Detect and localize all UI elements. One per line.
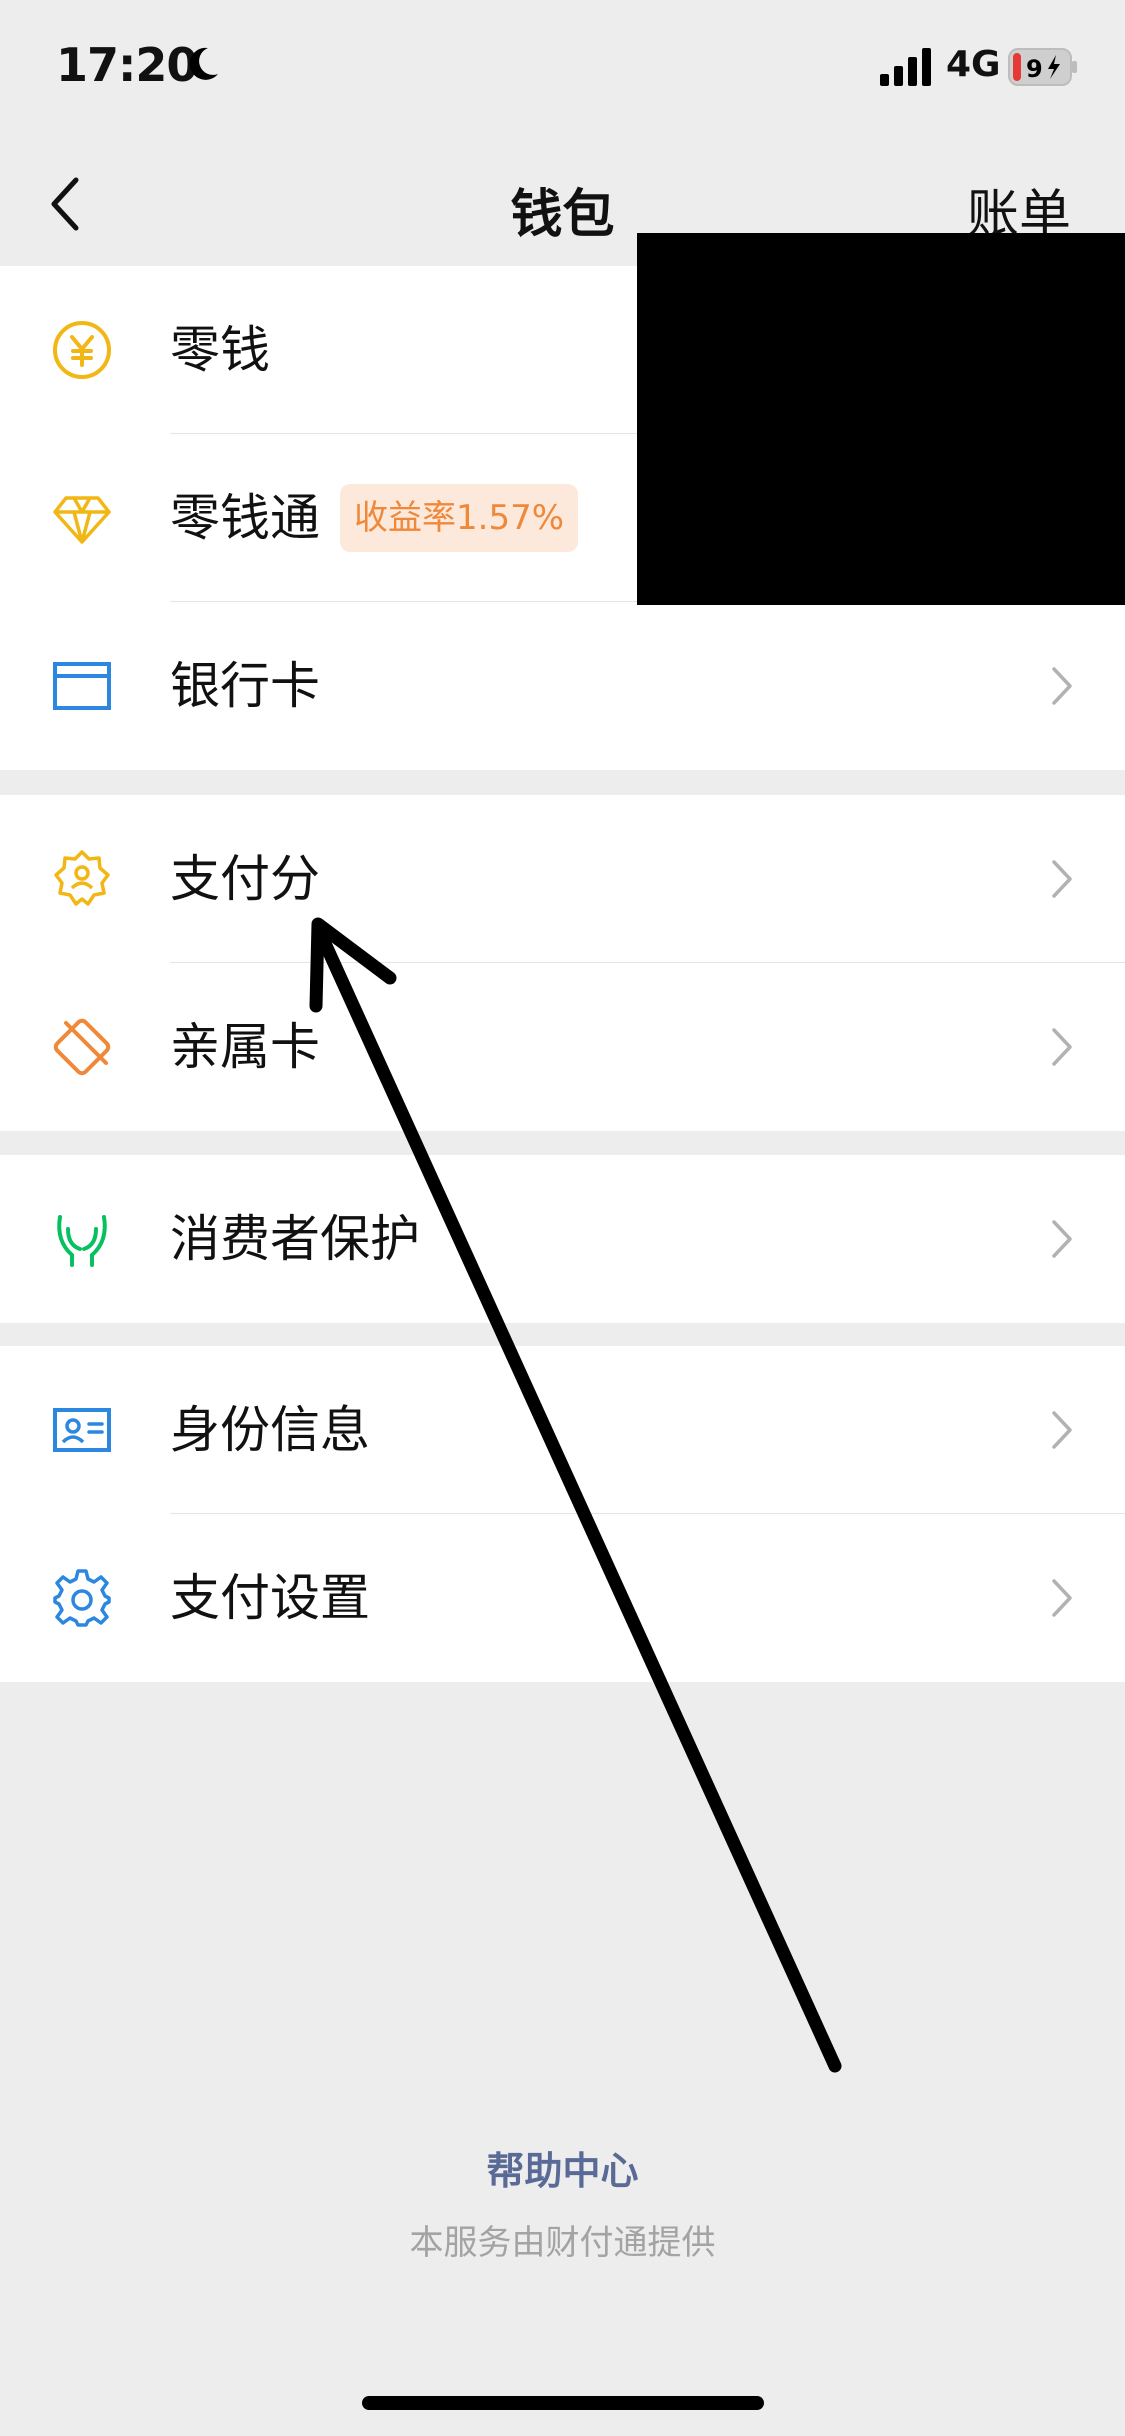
status-bar: 17:20 4G 9 bbox=[0, 0, 1125, 140]
chevron-right-icon bbox=[1052, 1579, 1072, 1617]
chevron-right-icon bbox=[1052, 1028, 1072, 1066]
row-label: 支付设置 bbox=[170, 1569, 370, 1627]
row-payment-score[interactable]: 支付分 bbox=[0, 795, 1125, 963]
row-identity-info[interactable]: 身份信息 bbox=[0, 1346, 1125, 1514]
battery-level: 9 bbox=[1026, 55, 1043, 83]
family-card-icon bbox=[53, 1018, 111, 1076]
protect-hands-icon bbox=[57, 1215, 107, 1267]
row-label: 零钱 bbox=[170, 321, 270, 379]
yuan-coin-icon bbox=[53, 321, 111, 379]
chevron-right-icon bbox=[1052, 860, 1072, 898]
row-label: 身份信息 bbox=[170, 1401, 370, 1459]
id-card-icon bbox=[53, 1408, 111, 1452]
row-label: 银行卡 bbox=[170, 657, 320, 715]
row-label: 亲属卡 bbox=[170, 1018, 320, 1076]
row-payment-settings[interactable]: 支付设置 bbox=[0, 1514, 1125, 1682]
status-time: 17:20 bbox=[56, 38, 198, 92]
battery-icon: 9 bbox=[1008, 48, 1077, 86]
signal-icon bbox=[880, 48, 931, 86]
protection-group: 消费者保护 bbox=[0, 1155, 1125, 1323]
row-label: 消费者保护 bbox=[170, 1210, 420, 1268]
chevron-right-icon bbox=[1052, 1220, 1072, 1258]
bank-card-icon bbox=[53, 662, 111, 710]
row-consumer-protection[interactable]: 消费者保护 bbox=[0, 1155, 1125, 1323]
row-family-card[interactable]: 亲属卡 bbox=[0, 963, 1125, 1131]
moon-icon bbox=[189, 47, 218, 80]
row-label: 零钱通 bbox=[170, 489, 320, 547]
chevron-right-icon bbox=[1052, 1411, 1072, 1449]
redacted-area bbox=[637, 233, 1125, 605]
yield-rate-badge: 收益率1.57% bbox=[340, 484, 579, 552]
settings-group: 身份信息 支付设置 bbox=[0, 1346, 1125, 1682]
credit-score-badge-icon bbox=[54, 850, 110, 906]
help-center-link[interactable]: 帮助中心 bbox=[0, 2140, 1125, 2195]
diamond-icon bbox=[53, 496, 111, 544]
home-indicator bbox=[362, 2396, 764, 2410]
provider-note: 本服务由财付通提供 bbox=[409, 2223, 716, 2263]
chevron-right-icon bbox=[1052, 667, 1072, 705]
network-type: 4G bbox=[946, 44, 1001, 85]
row-label: 支付分 bbox=[170, 850, 320, 908]
row-bank-card[interactable]: 银行卡 bbox=[0, 602, 1125, 770]
credit-group: 支付分 亲属卡 bbox=[0, 795, 1125, 1131]
gear-icon bbox=[53, 1569, 111, 1627]
